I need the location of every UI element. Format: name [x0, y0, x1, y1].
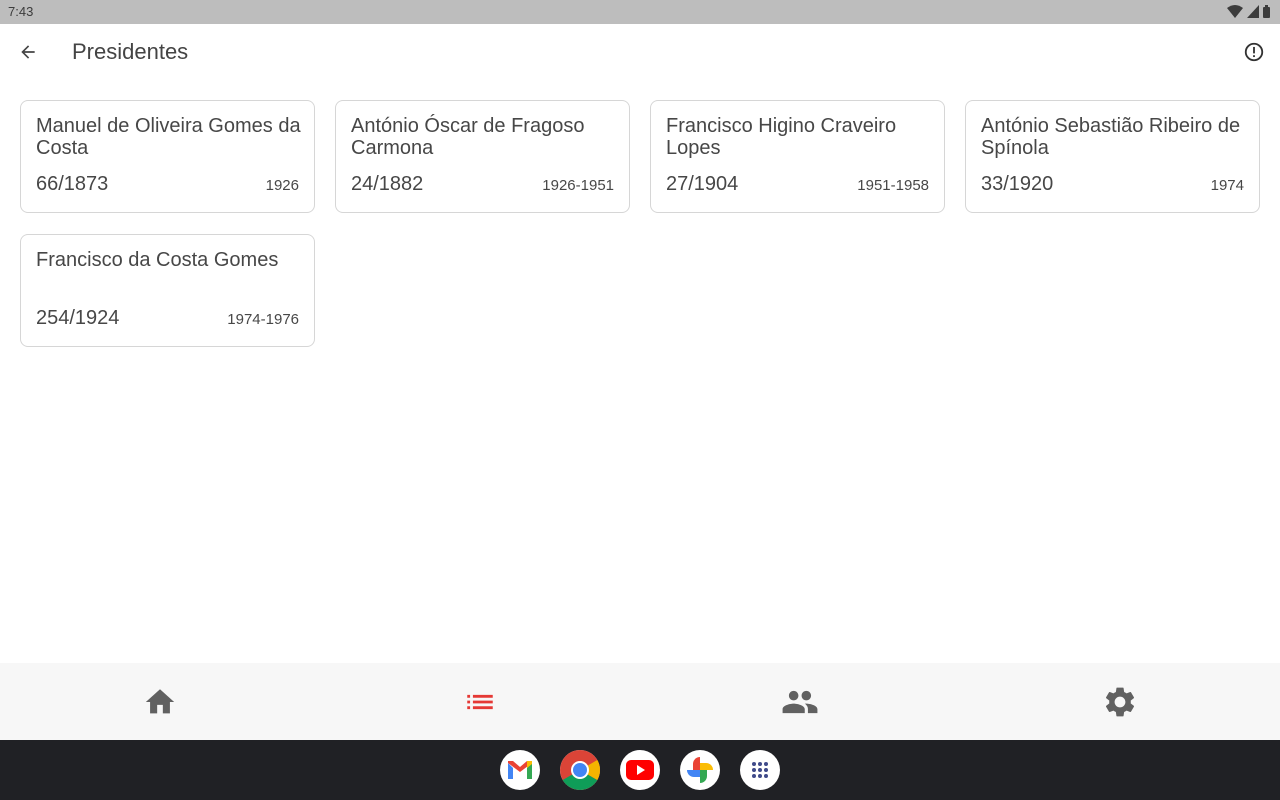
app-bar: Presidentes	[0, 24, 1280, 80]
gmail-icon	[508, 761, 532, 779]
nav-people[interactable]	[640, 663, 960, 740]
president-name: Francisco da Costa Gomes	[36, 249, 279, 271]
president-code: 66/1873	[36, 173, 109, 195]
photos-app[interactable]	[680, 750, 720, 790]
president-name: António Óscar de Fragoso Carmona	[351, 115, 585, 159]
youtube-icon	[626, 760, 654, 780]
home-icon	[145, 688, 175, 713]
signal-icon	[1247, 5, 1259, 18]
president-code: 33/1920	[981, 173, 1054, 195]
president-card[interactable]: Manuel de Oliveira Gomes da Costa 66/187…	[20, 100, 315, 213]
nav-list[interactable]	[320, 663, 640, 740]
president-years: 1974	[1210, 177, 1244, 194]
bottom-navigation	[0, 663, 1280, 740]
president-card[interactable]: Francisco da Costa Gomes 254/1924 1974-1…	[20, 234, 315, 347]
president-years: 1926-1951	[542, 177, 614, 194]
president-years: 1951-1958	[857, 177, 929, 194]
status-icons	[1227, 5, 1270, 18]
president-code: 24/1882	[351, 173, 424, 195]
list-icon	[467, 694, 493, 709]
page-title: Presidentes	[72, 39, 189, 64]
status-bar: 7:43	[0, 0, 1280, 24]
president-name: Manuel de Oliveira Gomes da Costa	[36, 115, 301, 159]
chrome-app[interactable]	[560, 750, 600, 790]
wifi-icon	[1227, 5, 1243, 18]
president-card[interactable]: António Sebastião Ribeiro de Spínola 33/…	[965, 100, 1260, 213]
gmail-app[interactable]	[500, 750, 540, 790]
president-card[interactable]: Francisco Higino Craveiro Lopes 27/1904 …	[650, 100, 945, 213]
arrow-back-icon	[21, 45, 35, 59]
status-time: 7:43	[8, 4, 34, 19]
president-card[interactable]: António Óscar de Fragoso Carmona 24/1882…	[335, 100, 630, 213]
info-icon	[1244, 42, 1264, 62]
president-years: 1974-1976	[227, 311, 299, 328]
president-name: António Sebastião Ribeiro de Spínola	[981, 115, 1241, 159]
app-drawer-icon	[752, 762, 768, 778]
president-code: 254/1924	[36, 307, 120, 329]
nav-settings[interactable]	[960, 663, 1280, 740]
youtube-app[interactable]	[620, 750, 660, 790]
chrome-icon	[560, 750, 600, 790]
battery-icon	[1263, 5, 1270, 18]
settings-icon	[1105, 687, 1135, 716]
people-icon	[782, 690, 818, 713]
photos-icon	[687, 757, 713, 783]
info-button[interactable]	[1240, 38, 1268, 66]
system-navigation-bar	[0, 740, 1280, 800]
president-code: 27/1904	[666, 173, 739, 195]
nav-home[interactable]	[0, 663, 320, 740]
app-drawer[interactable]	[740, 750, 780, 790]
back-button[interactable]	[12, 36, 44, 68]
president-name: Francisco Higino Craveiro Lopes	[666, 115, 897, 159]
president-years: 1926	[265, 177, 299, 194]
